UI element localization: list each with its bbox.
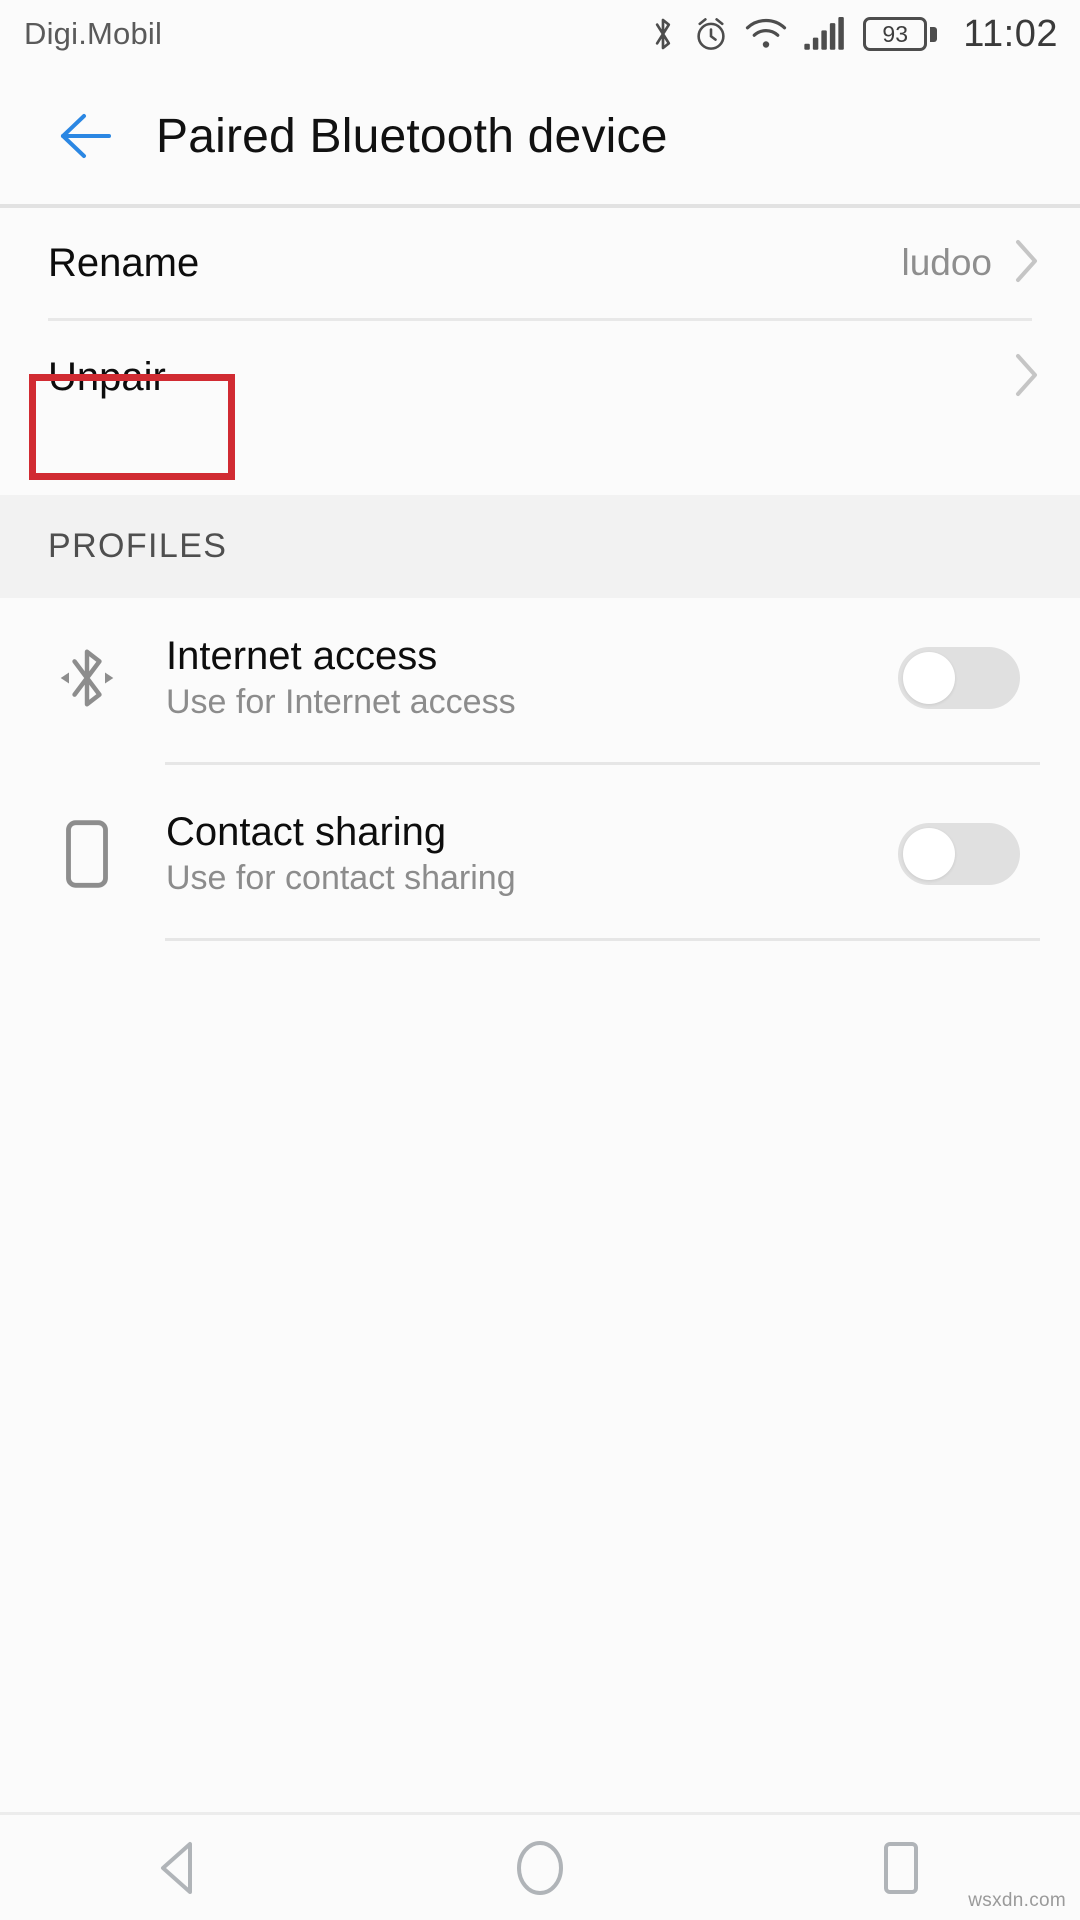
battery-percent-label: 93 xyxy=(882,20,909,47)
triangle-left-icon xyxy=(161,1841,192,1894)
row-label: Unpair xyxy=(48,354,166,399)
page-title: Paired Bluetooth device xyxy=(156,109,668,163)
status-icons: 93 11:02 xyxy=(649,15,1058,53)
profile-divider xyxy=(165,762,1040,765)
cellular-signal-icon xyxy=(803,17,847,51)
home-nav-button[interactable] xyxy=(450,1814,630,1920)
android-nav-bar xyxy=(0,1812,1080,1920)
profile-title: Internet access xyxy=(166,634,438,679)
status-bar: Digi.Mobil 93 11:02 xyxy=(0,0,1080,68)
square-icon xyxy=(884,1841,918,1894)
profile-title: Contact sharing xyxy=(166,810,447,855)
phone-screen: Digi.Mobil 93 11:02 Paired Bluetooth dev… xyxy=(0,0,1080,1920)
profile-row-internet-access[interactable]: Internet access Use for Internet access xyxy=(0,618,1080,738)
back-button[interactable] xyxy=(54,104,118,168)
row-divider xyxy=(48,318,1032,321)
profile-row-contact-sharing[interactable]: Contact sharing Use for contact sharing xyxy=(0,794,1080,914)
phone-device-icon xyxy=(48,817,126,891)
row-right-group xyxy=(1014,352,1040,403)
profile-text-group: Internet access Use for Internet access xyxy=(166,635,516,721)
profile-text-group: Contact sharing Use for contact sharing xyxy=(166,811,516,897)
wifi-icon xyxy=(745,17,787,51)
section-title: PROFILES xyxy=(48,527,228,565)
recents-nav-button[interactable] xyxy=(810,1814,990,1920)
row-right-group: ludoo xyxy=(901,238,1040,289)
profile-subtitle: Use for Internet access xyxy=(166,683,516,722)
toggle-knob xyxy=(903,652,955,704)
settings-row-rename[interactable]: Rename ludoo xyxy=(0,208,1080,318)
chevron-right-icon xyxy=(1014,352,1040,403)
toggle-internet-access[interactable] xyxy=(898,647,1020,709)
profile-subtitle: Use for contact sharing xyxy=(166,859,516,898)
settings-row-unpair[interactable]: Unpair xyxy=(0,322,1080,432)
row-value: ludoo xyxy=(901,242,992,283)
back-nav-button[interactable] xyxy=(90,1814,270,1920)
toggle-contact-sharing[interactable] xyxy=(898,823,1020,885)
row-label: Rename xyxy=(48,240,200,285)
profile-divider xyxy=(165,938,1040,941)
bluetooth-icon xyxy=(649,15,677,53)
arrow-left-icon xyxy=(61,114,111,158)
clock-label: 11:02 xyxy=(963,13,1058,55)
chevron-right-icon xyxy=(1014,238,1040,289)
toggle-knob xyxy=(903,828,955,880)
alarm-icon xyxy=(693,15,729,53)
section-header-profiles: PROFILES xyxy=(0,495,1080,598)
circle-icon xyxy=(517,1840,563,1895)
app-header: Paired Bluetooth device xyxy=(0,68,1080,204)
carrier-label: Digi.Mobil xyxy=(24,16,163,51)
battery-icon: 93 xyxy=(863,17,938,51)
bluetooth-tethering-icon xyxy=(48,642,126,714)
watermark-label: wsxdn.com xyxy=(968,1890,1066,1911)
